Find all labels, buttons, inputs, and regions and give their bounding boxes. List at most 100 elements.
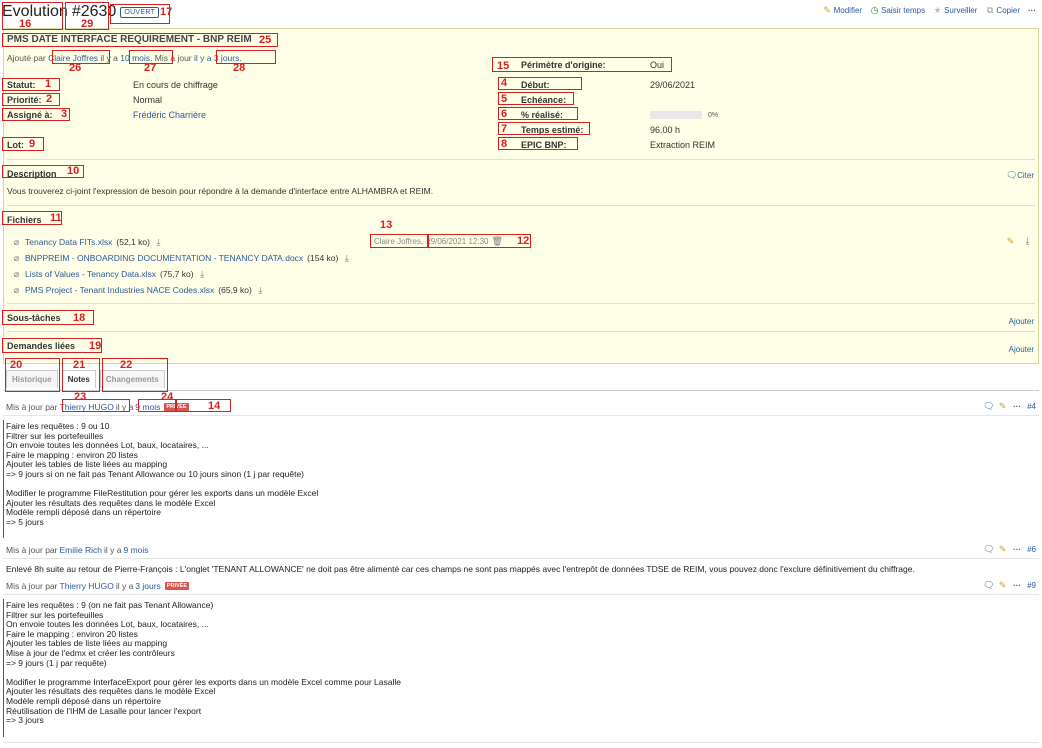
attachment-meta: Claire Joffres, 29/06/2021 12:30 🗑 <box>374 237 503 247</box>
progress-bar <box>650 110 702 119</box>
journal-actions: 🗨 ✎ ··· #6 <box>983 545 1036 555</box>
done-ratio: 0% <box>650 109 718 119</box>
due-date-label: Echéance: <box>521 95 567 105</box>
tab-notes[interactable]: Notes <box>61 370 96 388</box>
download-icon[interactable]: ⤓ <box>256 285 265 295</box>
annotation-number: 5 <box>501 93 508 105</box>
epic-value: Extraction REIM <box>650 140 716 150</box>
quote-icon[interactable]: 🗨 <box>983 545 994 554</box>
more-icon[interactable]: ··· <box>1013 545 1021 554</box>
annotation-number: 14 <box>208 400 221 412</box>
annotation-number: 21 <box>73 359 86 371</box>
attachment-link[interactable]: BNPPREIM - ONBOARDING DOCUMENTATION - TE… <box>25 253 303 263</box>
journal-user-link[interactable]: Emilie Rich <box>60 545 103 555</box>
start-date-value: 29/06/2021 <box>650 80 696 90</box>
pencil-icon[interactable]: ✎ <box>998 545 1007 554</box>
divider <box>7 205 1035 206</box>
annotation-number: 7 <box>501 123 508 135</box>
add-relation-link[interactable]: Ajouter <box>1009 345 1034 354</box>
attachment-row: ⌀ BNPPREIM - ONBOARDING DOCUMENTATION - … <box>12 253 351 263</box>
journal-actions: 🗨 ✎ ··· #4 <box>983 402 1036 412</box>
divider <box>7 303 1035 304</box>
annotation-number: 15 <box>497 60 510 72</box>
assignee-label: Assigné à: <box>7 110 53 120</box>
journal-divider <box>3 594 1039 595</box>
divider <box>7 159 1035 160</box>
annotation-number: 10 <box>67 165 80 177</box>
journal-ago-link[interactable]: 3 jours <box>135 581 161 591</box>
pencil-icon[interactable]: ✎ <box>1006 237 1015 246</box>
attachment-row: ⌀ PMS Project - Tenant Industries NACE C… <box>12 285 265 295</box>
annotation-number: 13 <box>380 219 393 231</box>
annotation-number: 22 <box>120 359 133 371</box>
attachment-link[interactable]: PMS Project - Tenant Industries NACE Cod… <box>25 285 214 295</box>
pencil-icon[interactable]: ✎ <box>998 402 1007 411</box>
estimated-time-label: Temps estimé: <box>521 125 584 135</box>
attachment-row: ⌀ Lists of Values - Tenancy Data.xlsx (7… <box>12 269 207 279</box>
tab-history[interactable]: Historique <box>6 370 58 388</box>
more-icon[interactable]: ··· <box>1028 6 1036 15</box>
copy-button[interactable]: ⧉ Copier <box>985 5 1020 16</box>
divider <box>7 331 1035 332</box>
perimetre-value: Oui <box>650 60 665 70</box>
annotation-number: 11 <box>50 212 62 224</box>
download-icon[interactable]: ⤓ <box>198 269 207 279</box>
attachment-size: (154 ko) <box>307 253 339 263</box>
annotation-number: 20 <box>10 359 23 371</box>
attachment-date: 29/06/2021 12:30 <box>426 237 489 246</box>
status-badge: OUVERT <box>120 6 160 18</box>
journal-note: Enlevé 8h suite au retour de Pierre-Fran… <box>6 564 915 574</box>
journal-ago-link[interactable]: 9 mois <box>135 402 160 412</box>
annotation-number: 29 <box>81 18 94 30</box>
journal-actions: 🗨 ✎ ··· #9 <box>983 581 1036 591</box>
attachment-link[interactable]: Tenancy Data FITs.xlsx <box>25 237 112 247</box>
journal-header: Mis à jour par Thierry HUGO il y a 3 jou… <box>6 581 189 591</box>
quote-icon[interactable]: 🗨 <box>983 402 994 411</box>
attachment-link[interactable]: Lists of Values - Tenancy Data.xlsx <box>25 269 156 279</box>
add-subtask-link[interactable]: Ajouter <box>1009 317 1034 326</box>
cite-button[interactable]: 🗨 Citer <box>1006 170 1034 181</box>
pencil-icon[interactable]: ✎ <box>998 581 1007 590</box>
journal-note: Faire les requêtes : 9 (on ne fait pas T… <box>6 600 401 726</box>
trash-icon[interactable]: 🗑 <box>491 237 502 246</box>
journal-divider <box>3 415 1039 416</box>
journal-number[interactable]: #4 <box>1027 402 1036 411</box>
clock-icon: ◷ <box>870 5 879 15</box>
author-line: Ajouté par Claire Joffres il y a 10 mois… <box>7 53 242 63</box>
note-marker <box>3 420 4 538</box>
attachment-size: (65,9 ko) <box>218 285 252 295</box>
watch-button[interactable]: ★ Surveiller <box>933 5 978 16</box>
journal-ago-link[interactable]: 9 mois <box>124 545 149 555</box>
tab-changes[interactable]: Changements <box>99 370 165 388</box>
journal-note: Faire les requêtes : 9 ou 10 Filtrer sur… <box>6 421 319 527</box>
edit-button[interactable]: ✎ Modifier <box>823 6 862 16</box>
annotation-number: 4 <box>501 77 508 89</box>
private-badge: PRIVÉE <box>164 582 189 590</box>
journal-user-link[interactable]: Thierry HUGO <box>60 581 114 591</box>
star-icon: ★ <box>933 5 942 15</box>
attachment-size: (75,7 ko) <box>160 269 194 279</box>
perimetre-label: Périmètre d'origine: <box>521 60 606 70</box>
note-marker <box>3 599 4 737</box>
journal-user-link[interactable]: Thierry HUGO <box>60 402 114 412</box>
more-icon[interactable]: ··· <box>1013 402 1021 411</box>
journal-number[interactable]: #6 <box>1027 545 1036 554</box>
lot-label: Lot: <box>7 140 24 150</box>
annotation-number: 9 <box>29 138 36 150</box>
status-label: Statut: <box>7 80 36 90</box>
log-time-button[interactable]: ◷ Saisir temps <box>870 5 925 16</box>
journal-number[interactable]: #9 <box>1027 581 1036 590</box>
done-ratio-label: % réalisé: <box>521 110 564 120</box>
speech-bubble-icon: 🗨 <box>1006 170 1018 180</box>
tabs-underline <box>3 390 1039 391</box>
paperclip-icon: ⌀ <box>13 268 20 279</box>
more-icon[interactable]: ··· <box>1013 581 1021 590</box>
history-tabs: Historique Notes Changements <box>6 370 165 388</box>
download-icon[interactable]: ⤓ <box>154 237 163 247</box>
annotation-number: 23 <box>74 391 87 403</box>
quote-icon[interactable]: 🗨 <box>983 581 994 590</box>
assignee-link[interactable]: Frédéric Charrière <box>133 110 206 120</box>
download-icon[interactable]: ⤓ <box>342 253 351 263</box>
copy-icon: ⧉ <box>986 5 994 15</box>
download-all-icon[interactable]: ⤓ <box>1023 237 1032 246</box>
